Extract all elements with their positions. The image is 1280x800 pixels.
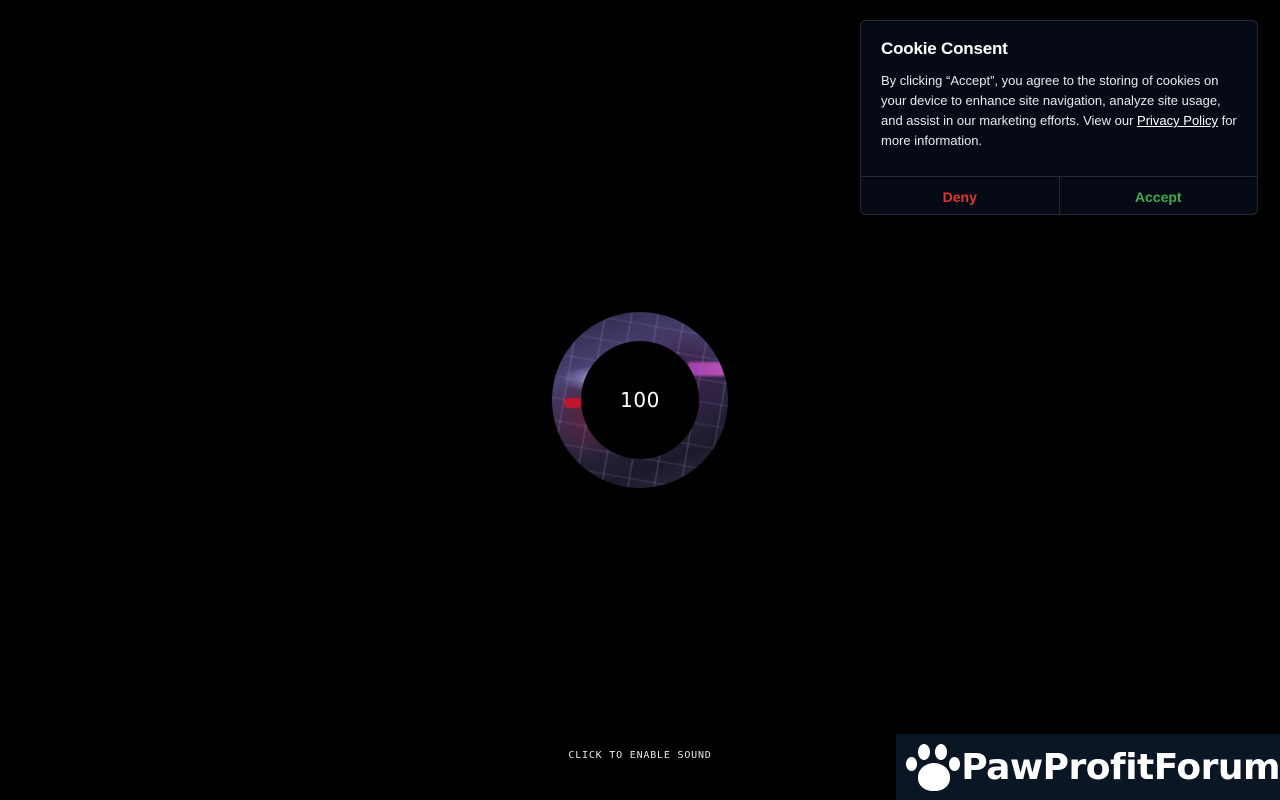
accept-button[interactable]: Accept [1060, 177, 1258, 214]
watermark-text: PawProfitForum [961, 746, 1280, 788]
loader-neon-sign [688, 362, 728, 376]
enable-sound-button[interactable]: CLICK TO ENABLE SOUND [540, 750, 740, 761]
cookie-consent-message: By clicking “Accept”, you agree to the s… [881, 71, 1243, 151]
cookie-consent-actions: Deny Accept [861, 176, 1258, 214]
loader-percentage: 100 [620, 388, 660, 412]
privacy-policy-link[interactable]: Privacy Policy [1137, 113, 1218, 128]
page: Cookie Consent By clicking “Accept”, you… [0, 0, 1280, 800]
cookie-consent-title: Cookie Consent [881, 39, 1008, 58]
paw-icon [904, 739, 960, 795]
watermark: PawProfitForum [896, 734, 1280, 800]
deny-button[interactable]: Deny [861, 177, 1060, 214]
loader-car [564, 398, 582, 408]
cookie-consent-dialog: Cookie Consent By clicking “Accept”, you… [860, 20, 1258, 215]
loader-center: 100 [581, 341, 699, 459]
